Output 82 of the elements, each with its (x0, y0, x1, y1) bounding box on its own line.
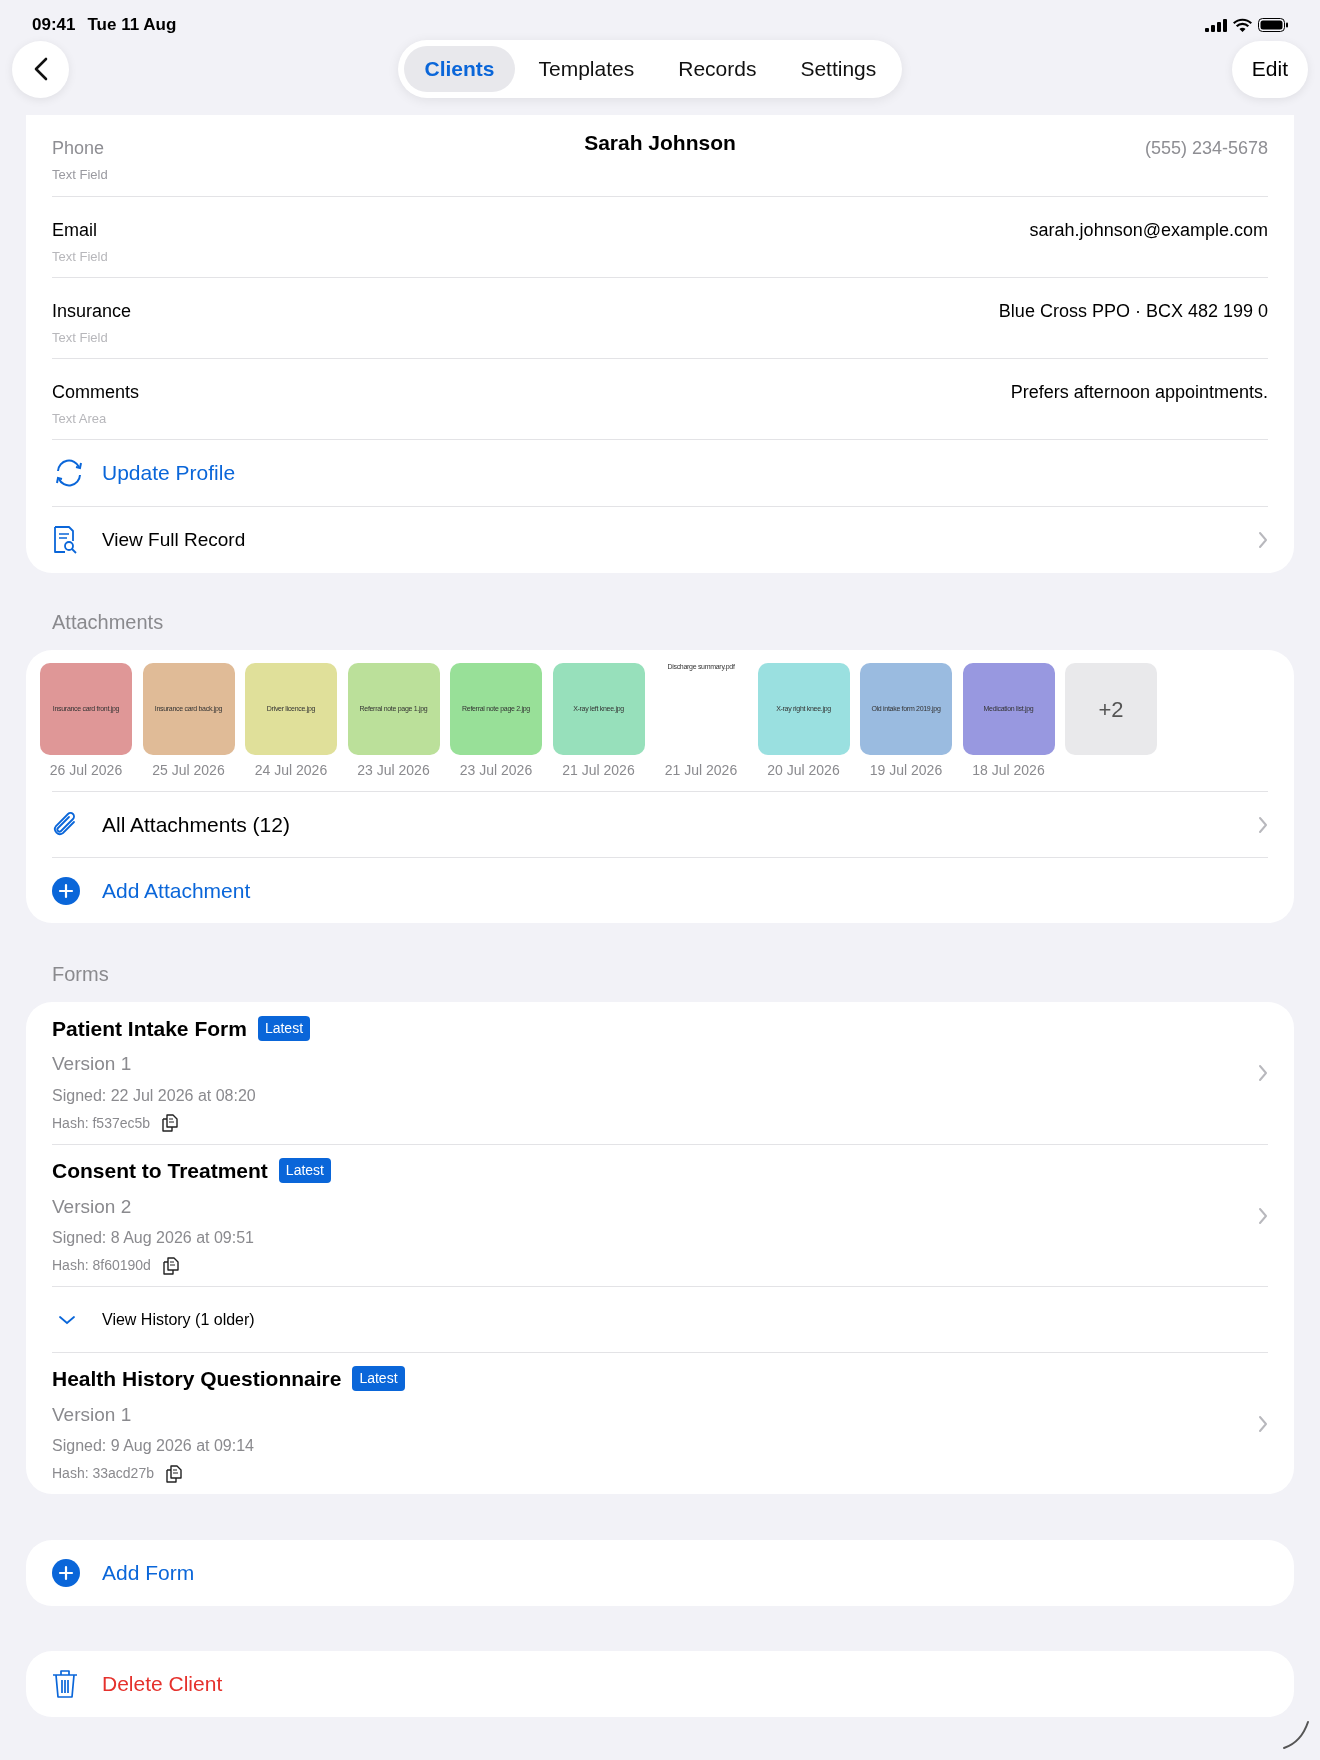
copy-icon[interactable] (162, 1114, 179, 1132)
chevron-right-icon (1258, 1064, 1268, 1082)
attachment-date: 23 Jul 2026 (459, 761, 533, 780)
all-attachments-row[interactable]: All Attachments (12) (52, 791, 1268, 857)
button-label: Delete Client (102, 1671, 223, 1698)
row-label: All Attachments (12) (102, 811, 291, 838)
button-label: Add Form (102, 1560, 195, 1587)
chevron-right-icon (1258, 1414, 1268, 1433)
view-record-row[interactable]: View Full Record (52, 506, 1268, 573)
tab[interactable]: Templates (518, 46, 655, 92)
section-header: Forms (51, 962, 110, 987)
status-date: Tue 11 Aug (87, 14, 177, 37)
trash-icon (52, 1669, 78, 1699)
add-attachment-row[interactable]: Add Attachment (52, 857, 1268, 923)
attachment-date: 21 Jul 2026 (664, 761, 738, 780)
section-header: Attachments (51, 610, 165, 635)
attachment-date: 19 Jul 2026 (869, 761, 943, 780)
row-label: Add Attachment (102, 877, 251, 904)
chevron-right-icon (1258, 815, 1268, 834)
form-version: Version 2 (52, 1194, 133, 1219)
attachment-date: 23 Jul 2026 (357, 761, 430, 780)
add-form-button[interactable]: Add Form (26, 1540, 1294, 1606)
view-history-row[interactable]: View History (1 older) (52, 1286, 1268, 1352)
latest-badge: Latest (257, 1015, 311, 1041)
form-hash: Hash: 33acd27b (52, 1464, 154, 1483)
field-type: Text Field (52, 329, 109, 347)
update-profile-row[interactable]: Update Profile (52, 439, 1268, 506)
field-value: (555) 234-5678 (1144, 137, 1268, 160)
status-time: 09:41 (32, 14, 76, 37)
field-type: Text Field (52, 248, 108, 266)
corner-stroke-icon (1282, 1720, 1312, 1750)
field-value: Blue Cross PPO · BCX 482 199 0 (998, 300, 1268, 323)
chevron-right-icon (1258, 531, 1268, 549)
latest-badge: Latest (278, 1158, 331, 1184)
more-attachments-tile[interactable]: +2 (1065, 663, 1157, 755)
plus-circle-icon (52, 876, 80, 905)
field-value: Prefers afternoon appointments. (1010, 381, 1268, 404)
form-signed: Signed: 9 Aug 2026 at 09:14 (52, 1436, 255, 1456)
tab[interactable]: Settings (780, 46, 897, 92)
attachment-date: 18 Jul 2026 (972, 761, 1045, 780)
field-type: Text Field (52, 166, 108, 184)
field-label: Email (52, 219, 98, 242)
form-row[interactable]: Consent to Treatment Latest Version 2 Signed: 8 Aug 2026 at 09:51 Hash: 8f60190d (52, 1144, 1268, 1286)
form-signed: Signed: 8 Aug 2026 at 09:51 (52, 1228, 255, 1248)
row-label: View Full Record (102, 527, 247, 552)
copy-icon[interactable] (165, 1464, 182, 1483)
battery-icon (1258, 18, 1288, 32)
form-signed: Signed: 22 Jul 2026 at 08:20 (52, 1085, 257, 1106)
tab[interactable]: Clients (404, 46, 515, 92)
signal-icon (1205, 18, 1227, 32)
field-label: Insurance (52, 300, 132, 323)
form-title: Patient Intake Form (52, 1015, 247, 1042)
field-label: Comments (52, 381, 140, 404)
form-row[interactable]: Patient Intake Form Latest Version 1 Signed: 22 Jul 2026 at 08:20 Hash: f537ec5b (52, 1002, 1268, 1144)
edit-button[interactable]: Edit (1231, 40, 1308, 98)
field-type: Text Area (52, 410, 108, 428)
attachment-date: 24 Jul 2026 (254, 761, 328, 780)
form-title: Consent to Treatment (52, 1158, 268, 1184)
form-row[interactable]: Health History Questionnaire Latest Version 1 Signed: 9 Aug 2026 at 09:14 Hash: 33acd27b (52, 1352, 1268, 1494)
row-label: Update Profile (102, 460, 237, 487)
copy-icon[interactable] (162, 1256, 179, 1275)
attachment-date: 25 Jul 2026 (152, 761, 225, 780)
wifi-icon (1233, 18, 1252, 32)
form-version: Version 1 (52, 1052, 133, 1076)
attachment-date: 20 Jul 2026 (767, 761, 840, 780)
latest-badge: Latest (352, 1366, 405, 1392)
row-label: View History (1 older) (102, 1309, 255, 1330)
back-icon (33, 57, 48, 81)
attachment-date: 21 Jul 2026 (562, 761, 635, 780)
client-name: Sarah Johnson (584, 130, 736, 156)
form-title: Health History Questionnaire (52, 1366, 342, 1392)
form-hash: Hash: f537ec5b (52, 1113, 151, 1133)
document-search-icon (52, 525, 78, 555)
form-hash: Hash: 8f60190d (52, 1256, 151, 1275)
plus-circle-icon (52, 1559, 80, 1587)
tab[interactable]: Records (658, 46, 777, 92)
attachment-date: 26 Jul 2026 (49, 761, 123, 780)
field-value: sarah.johnson@example.com (1029, 219, 1268, 242)
field-label: Phone (52, 137, 106, 160)
chevron-right-icon (1258, 1206, 1268, 1225)
delete-client-button[interactable]: Delete Client (26, 1651, 1294, 1717)
form-version: Version 1 (52, 1402, 133, 1427)
